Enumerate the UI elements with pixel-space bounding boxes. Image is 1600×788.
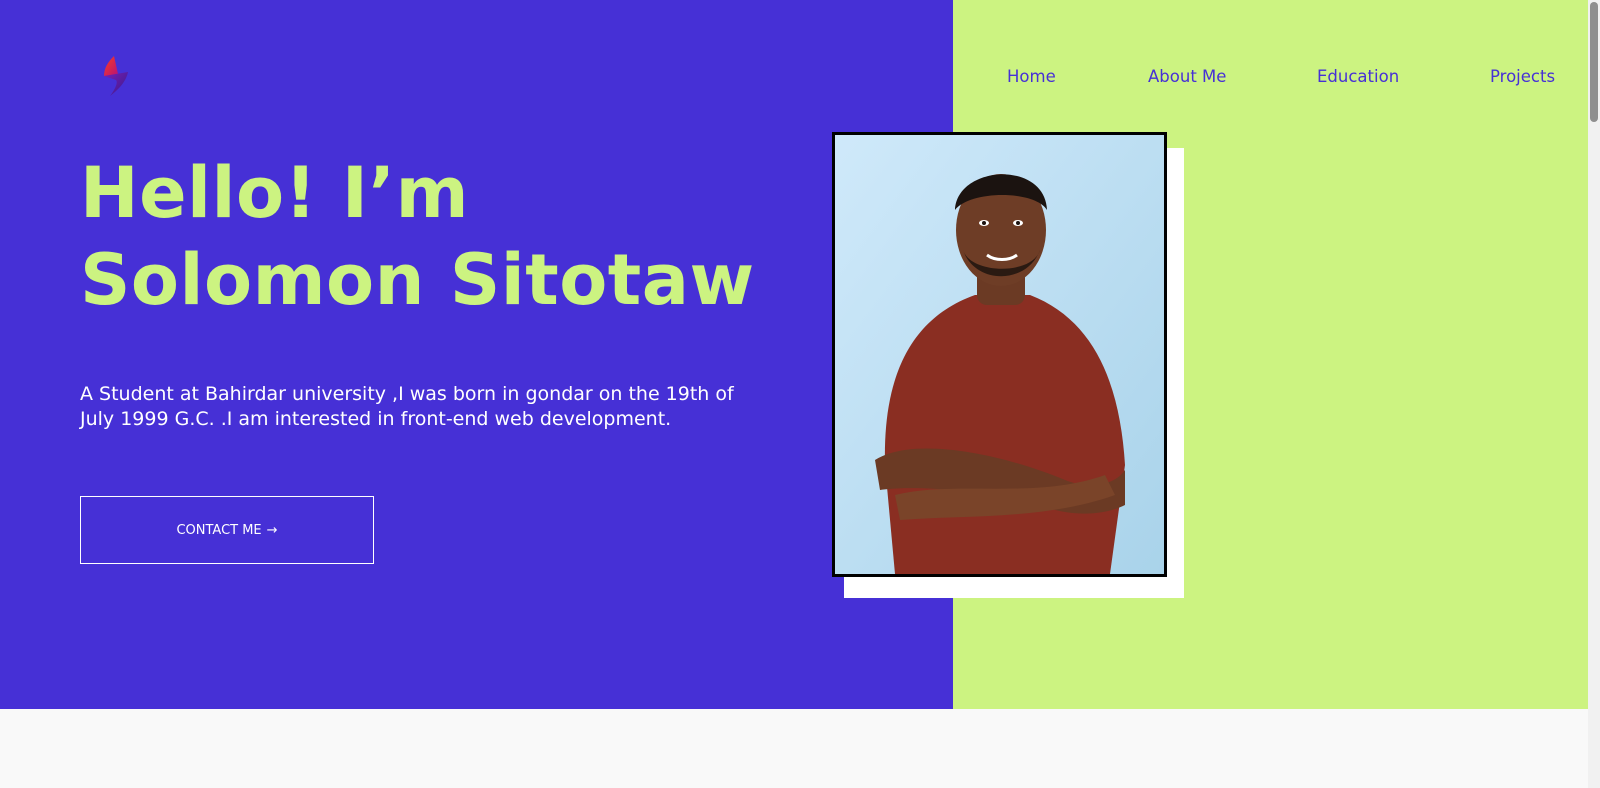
hero-left-panel — [0, 0, 953, 709]
hero-headline: Hello! I’m Solomon Sitotaw — [80, 150, 755, 324]
arrow-right-icon: → — [266, 522, 278, 538]
logo-icon[interactable] — [98, 54, 134, 98]
page: Home About Me Education Projects Hello! … — [0, 0, 1600, 788]
nav-home-link[interactable]: Home — [1007, 67, 1056, 86]
headline-line-2: Solomon Sitotaw — [80, 239, 755, 321]
contact-me-label: CONTACT ME — [176, 522, 262, 538]
scrollbar-thumb[interactable] — [1590, 2, 1598, 122]
portrait-illustration — [835, 135, 1164, 574]
nav-about-link[interactable]: About Me — [1148, 67, 1226, 86]
page-scrollbar[interactable] — [1588, 0, 1600, 788]
next-section — [0, 709, 1588, 788]
nav-education-link[interactable]: Education — [1317, 67, 1399, 86]
nav-projects-link[interactable]: Projects — [1490, 67, 1555, 86]
headline-line-1: Hello! I’m — [80, 152, 470, 234]
contact-me-button[interactable]: CONTACT ME → — [80, 496, 374, 564]
portrait-photo — [832, 132, 1167, 577]
hero-bio: A Student at Bahirdar university ,I was … — [80, 383, 734, 430]
